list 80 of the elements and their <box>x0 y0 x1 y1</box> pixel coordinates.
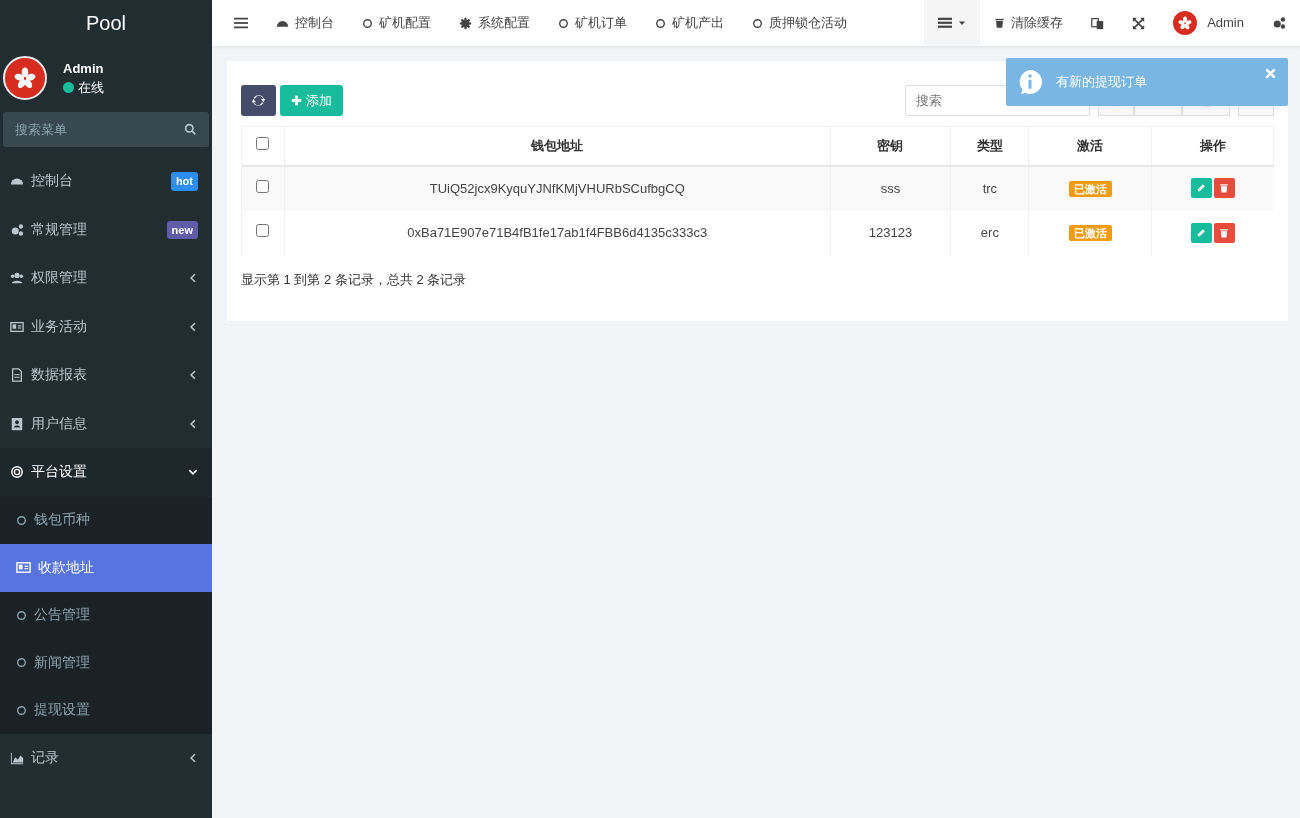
contact-book-icon <box>10 416 24 431</box>
menu-item[interactable]: 用户信息 <box>0 399 212 448</box>
column-header: 类型 <box>950 126 1029 166</box>
submenu-item[interactable]: 收款地址 <box>0 544 212 592</box>
clear-cache-link[interactable]: 清除缓存 <box>980 0 1078 46</box>
circle-icon <box>16 704 27 716</box>
user-name: Admin <box>63 59 104 78</box>
id-card-icon <box>16 560 31 576</box>
submenu-item[interactable]: 提现设置 <box>0 686 212 734</box>
column-header: 激活 <box>1028 126 1152 166</box>
status-tag: 已激活 <box>1068 180 1112 197</box>
circle-icon <box>362 17 373 29</box>
checkbox[interactable] <box>256 224 270 238</box>
pencil-icon <box>1196 183 1207 194</box>
table-cell: TUiQ52jcx9KyquYJNfKMjVHURbSCufbgCQ <box>429 180 685 196</box>
edit-button[interactable] <box>1190 178 1212 199</box>
expand-icon <box>1132 16 1146 30</box>
column-header: 钱包地址 <box>284 126 831 166</box>
table-cell: 0xBa71E907e71B4fB1fe17ab1f4FBB6d4135c333c3 <box>407 225 708 241</box>
checkbox[interactable] <box>256 179 270 193</box>
refresh-icon <box>252 94 265 107</box>
menu-item[interactable]: 常规管理 new <box>0 205 212 254</box>
table-cell: 123123 <box>868 225 913 241</box>
info-icon <box>1018 70 1042 94</box>
pencil-icon <box>1196 227 1207 238</box>
trash-icon <box>994 17 1006 29</box>
menu-item[interactable]: 记录 <box>0 734 212 783</box>
menu-search-field[interactable]: 搜索菜单 <box>3 112 209 147</box>
table-cell: trc <box>982 180 998 196</box>
column-header: 操作 <box>1151 126 1274 166</box>
list-icon <box>938 16 953 30</box>
id-card-icon <box>10 319 24 334</box>
submenu-item[interactable]: 新闻管理 <box>0 639 212 687</box>
trash-icon <box>1219 183 1230 194</box>
submenu-item[interactable]: 钱包币种 <box>0 496 212 544</box>
nav-tab[interactable]: 矿机订单 <box>544 0 641 46</box>
document-icon <box>10 368 24 383</box>
circle-icon <box>558 17 569 29</box>
submenu-item[interactable]: 公告管理 <box>0 591 212 639</box>
menu-item[interactable]: 控制台 hot <box>0 157 212 206</box>
nav-tab[interactable]: 控制台 <box>262 0 348 46</box>
delete-button[interactable] <box>1213 178 1235 199</box>
area-chart-icon <box>10 751 24 766</box>
users-icon <box>10 271 24 286</box>
nav-tab[interactable]: 系统配置 <box>445 0 544 46</box>
close-icon <box>1265 68 1276 79</box>
menu-item[interactable]: 权限管理 <box>0 254 212 303</box>
nav-tab[interactable]: 矿机产出 <box>641 0 738 46</box>
table-cell: sss <box>880 180 901 196</box>
table-cell: erc <box>980 225 999 241</box>
circle-icon <box>16 514 27 526</box>
pagination-info: 显示第 1 到第 2 条记录，总共 2 条记录 <box>241 270 468 289</box>
search-icon <box>184 123 197 136</box>
column-header: 密钥 <box>830 126 951 166</box>
checkbox[interactable] <box>256 137 270 150</box>
status-text: 在线 <box>78 79 104 97</box>
circle-icon <box>16 609 27 621</box>
menu-item[interactable]: 平台设置 <box>0 448 212 497</box>
menu-item[interactable]: 业务活动 <box>0 302 212 351</box>
nav-tab[interactable]: 矿机配置 <box>348 0 445 46</box>
list-dropdown[interactable] <box>924 0 981 46</box>
user-menu[interactable]: Admin <box>1159 0 1258 46</box>
caret-icon <box>958 19 967 27</box>
circle-icon <box>655 17 666 29</box>
circle-icon <box>16 657 27 669</box>
nav-tab[interactable]: 质押锁仓活动 <box>738 0 861 46</box>
target-icon <box>10 465 24 480</box>
menu-icon <box>234 16 248 30</box>
circle-icon <box>752 17 763 29</box>
plus-icon <box>291 95 302 106</box>
edit-button[interactable] <box>1190 222 1212 243</box>
status-tag: 已激活 <box>1068 225 1112 242</box>
flower-icon <box>12 65 38 91</box>
gear-icon <box>459 16 472 30</box>
menu-badge: new <box>166 220 198 239</box>
refresh-button[interactable] <box>241 85 276 116</box>
delete-button[interactable] <box>1213 222 1235 243</box>
menu-badge: hot <box>170 172 198 191</box>
menu-item[interactable]: 数据报表 <box>0 351 212 400</box>
trash-icon <box>1219 227 1230 238</box>
